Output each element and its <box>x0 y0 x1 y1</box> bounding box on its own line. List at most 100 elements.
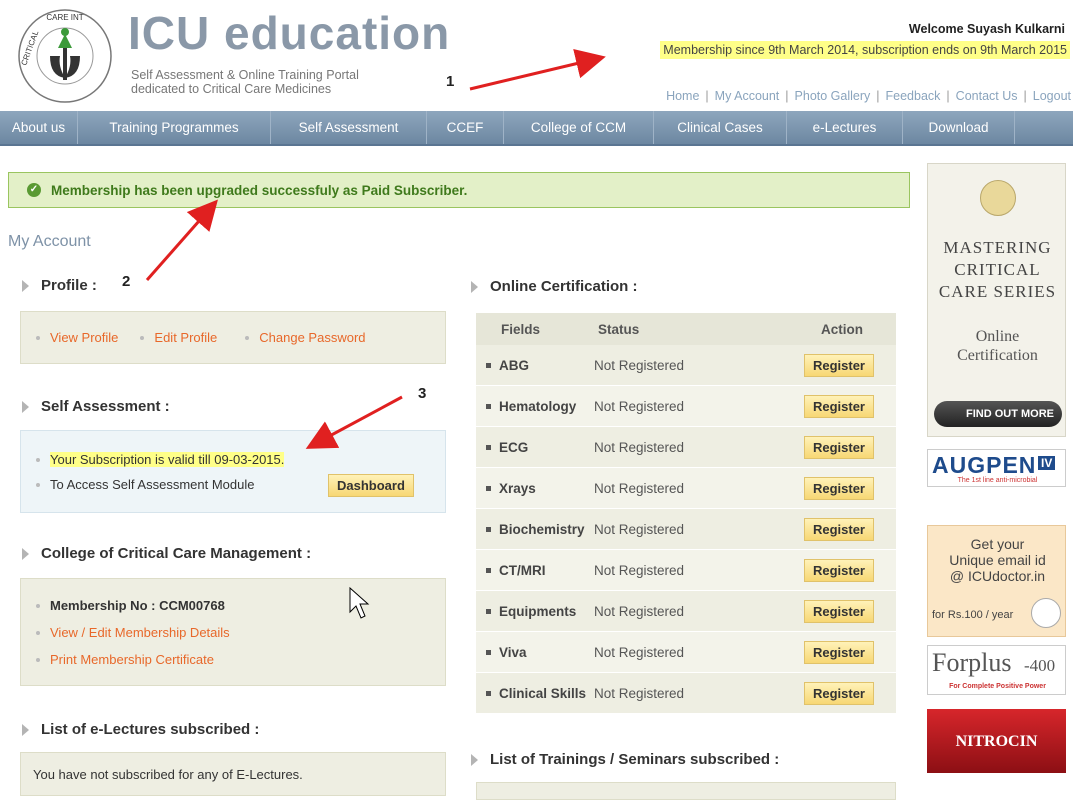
bullet-icon <box>36 603 40 608</box>
link-feedback[interactable]: Feedback <box>886 89 941 103</box>
profile-box: View Profile Edit Profile Change Passwor… <box>20 311 446 364</box>
welcome-text: Welcome Suyash Kulkarni <box>908 22 1065 36</box>
bullet-icon <box>36 457 40 462</box>
nav-ccef[interactable]: CCEF <box>427 111 504 144</box>
change-password-link[interactable]: Change Password <box>259 330 365 345</box>
bullet-icon <box>140 335 145 340</box>
nav-self-assessment[interactable]: Self Assessment <box>271 111 427 144</box>
triangle-right-icon <box>22 400 29 413</box>
table-row: ECG Not Registered Register <box>476 427 896 468</box>
link-photo-gallery[interactable]: Photo Gallery <box>795 89 871 103</box>
page-title: My Account <box>8 233 91 250</box>
table-header: Fields Status Action <box>476 313 896 345</box>
profile-title: Profile : <box>22 277 97 294</box>
self-assessment-title: Self Assessment : <box>22 398 170 415</box>
dashboard-button[interactable]: Dashboard <box>328 474 414 497</box>
bullet-icon <box>486 362 491 368</box>
bullet-icon <box>486 526 491 532</box>
success-message: Membership has been upgraded successfuly… <box>51 182 468 198</box>
view-edit-membership-link[interactable]: View / Edit Membership Details <box>50 625 230 640</box>
annotation-2: 2 <box>122 273 131 290</box>
ad-mastering-critical-care[interactable]: MASTERING CRITICAL CARE SERIES Online Certi… <box>927 163 1066 437</box>
cert-field: CT/MRI <box>499 562 546 578</box>
cert-status: Not Registered <box>594 644 685 660</box>
main-nav: About us Training Programmes Self Assess… <box>0 111 1073 146</box>
register-button[interactable]: Register <box>803 599 874 623</box>
subscription-validity: Your Subscription is valid till 09-03-20… <box>50 452 285 467</box>
table-row: ABG Not Registered Register <box>476 345 896 386</box>
bullet-icon <box>486 608 491 614</box>
trainings-title: List of Trainings / Seminars subscribed … <box>471 751 779 768</box>
bullet-icon <box>36 657 40 662</box>
table-row: Clinical Skills Not Registered Register <box>476 673 896 714</box>
check-icon: ✓ <box>27 183 41 197</box>
cert-field: Biochemistry <box>499 521 585 537</box>
register-button[interactable]: Register <box>803 558 874 582</box>
nav-college-of-ccm[interactable]: College of CCM <box>504 111 654 144</box>
cert-status: Not Registered <box>594 439 685 455</box>
nav-about-us[interactable]: About us <box>0 111 78 144</box>
cert-field: Hematology <box>499 398 577 414</box>
cert-status: Not Registered <box>594 357 685 373</box>
arrow-2 <box>145 199 218 281</box>
bullet-icon <box>486 567 491 573</box>
register-button[interactable]: Register <box>803 517 874 541</box>
college-box: Membership No : CCM00768 View / Edit Mem… <box>20 578 446 686</box>
register-button[interactable]: Register <box>803 394 874 418</box>
self-assessment-box: Your Subscription is valid till 09-03-20… <box>20 430 446 513</box>
link-home[interactable]: Home <box>666 89 699 103</box>
table-body: ABG Not Registered Register Hematology Not R… <box>476 345 896 714</box>
membership-status: Membership since 9th March 2014, subscri… <box>660 41 1070 59</box>
register-button[interactable]: Register <box>803 681 874 705</box>
register-button[interactable]: Register <box>803 435 874 459</box>
link-contact-us[interactable]: Contact Us <box>956 89 1018 103</box>
top-links: Home | My Account | Photo Gallery | Feedback | C… <box>666 89 1071 103</box>
success-banner: ✓ Membership has been upgraded successfu… <box>8 172 910 208</box>
triangle-right-icon <box>471 753 478 766</box>
register-button[interactable]: Register <box>803 640 874 664</box>
bullet-icon <box>486 444 491 450</box>
table-row: Equipments Not Registered Register <box>476 591 896 632</box>
certification-table: Fields Status Action ABG Not Registered Re… <box>476 313 896 714</box>
annotation-1: 1 <box>446 73 455 90</box>
seal-logo: CARE INT CRITICAL <box>18 9 112 103</box>
find-out-more-button[interactable]: FIND OUT MORE <box>934 401 1062 427</box>
bullet-icon <box>36 335 40 340</box>
access-module-text: To Access Self Assessment Module <box>50 477 255 492</box>
table-row: Hematology Not Registered Register <box>476 386 896 427</box>
edit-profile-link[interactable]: Edit Profile <box>154 330 217 345</box>
bullet-icon <box>486 485 491 491</box>
ad-forplus[interactable]: Forplus -400 For Complete Positive Power <box>927 645 1066 695</box>
trainings-box <box>476 782 896 800</box>
electures-box: You have not subscribed for any of E-Lec… <box>20 752 446 796</box>
nav-training-programmes[interactable]: Training Programmes <box>78 111 271 144</box>
nav-e-lectures[interactable]: e-Lectures <box>787 111 903 144</box>
bullet-icon <box>486 649 491 655</box>
cert-field: ABG <box>499 357 529 373</box>
view-profile-link[interactable]: View Profile <box>50 330 118 345</box>
seal-icon <box>1031 598 1061 628</box>
nav-clinical-cases[interactable]: Clinical Cases <box>654 111 787 144</box>
ad-icudoctor-email[interactable]: Get your Unique email id @ ICUdoctor.in fo… <box>927 525 1066 637</box>
electures-message: You have not subscribed for any of E-Lec… <box>33 767 303 782</box>
certification-title: Online Certification : <box>471 278 638 295</box>
link-my-account[interactable]: My Account <box>715 89 780 103</box>
bullet-icon <box>36 482 40 487</box>
print-certificate-link[interactable]: Print Membership Certificate <box>50 652 214 667</box>
table-row: Biochemistry Not Registered Register <box>476 509 896 550</box>
cert-status: Not Registered <box>594 562 685 578</box>
table-row: CT/MRI Not Registered Register <box>476 550 896 591</box>
cert-field: Viva <box>499 644 527 660</box>
bullet-icon <box>36 630 40 635</box>
seal-icon <box>980 180 1016 216</box>
triangle-right-icon <box>22 279 29 292</box>
ad-augpen[interactable]: AUGPEN IV The 1st line anti-microbial <box>927 449 1066 487</box>
nav-download[interactable]: Download <box>903 111 1015 144</box>
cert-status: Not Registered <box>594 603 685 619</box>
link-logout[interactable]: Logout <box>1033 89 1071 103</box>
cert-status: Not Registered <box>594 398 685 414</box>
register-button[interactable]: Register <box>803 476 874 500</box>
register-button[interactable]: Register <box>803 353 874 377</box>
ad-nitrocin[interactable]: NITROCIN <box>927 709 1066 773</box>
table-row: Viva Not Registered Register <box>476 632 896 673</box>
